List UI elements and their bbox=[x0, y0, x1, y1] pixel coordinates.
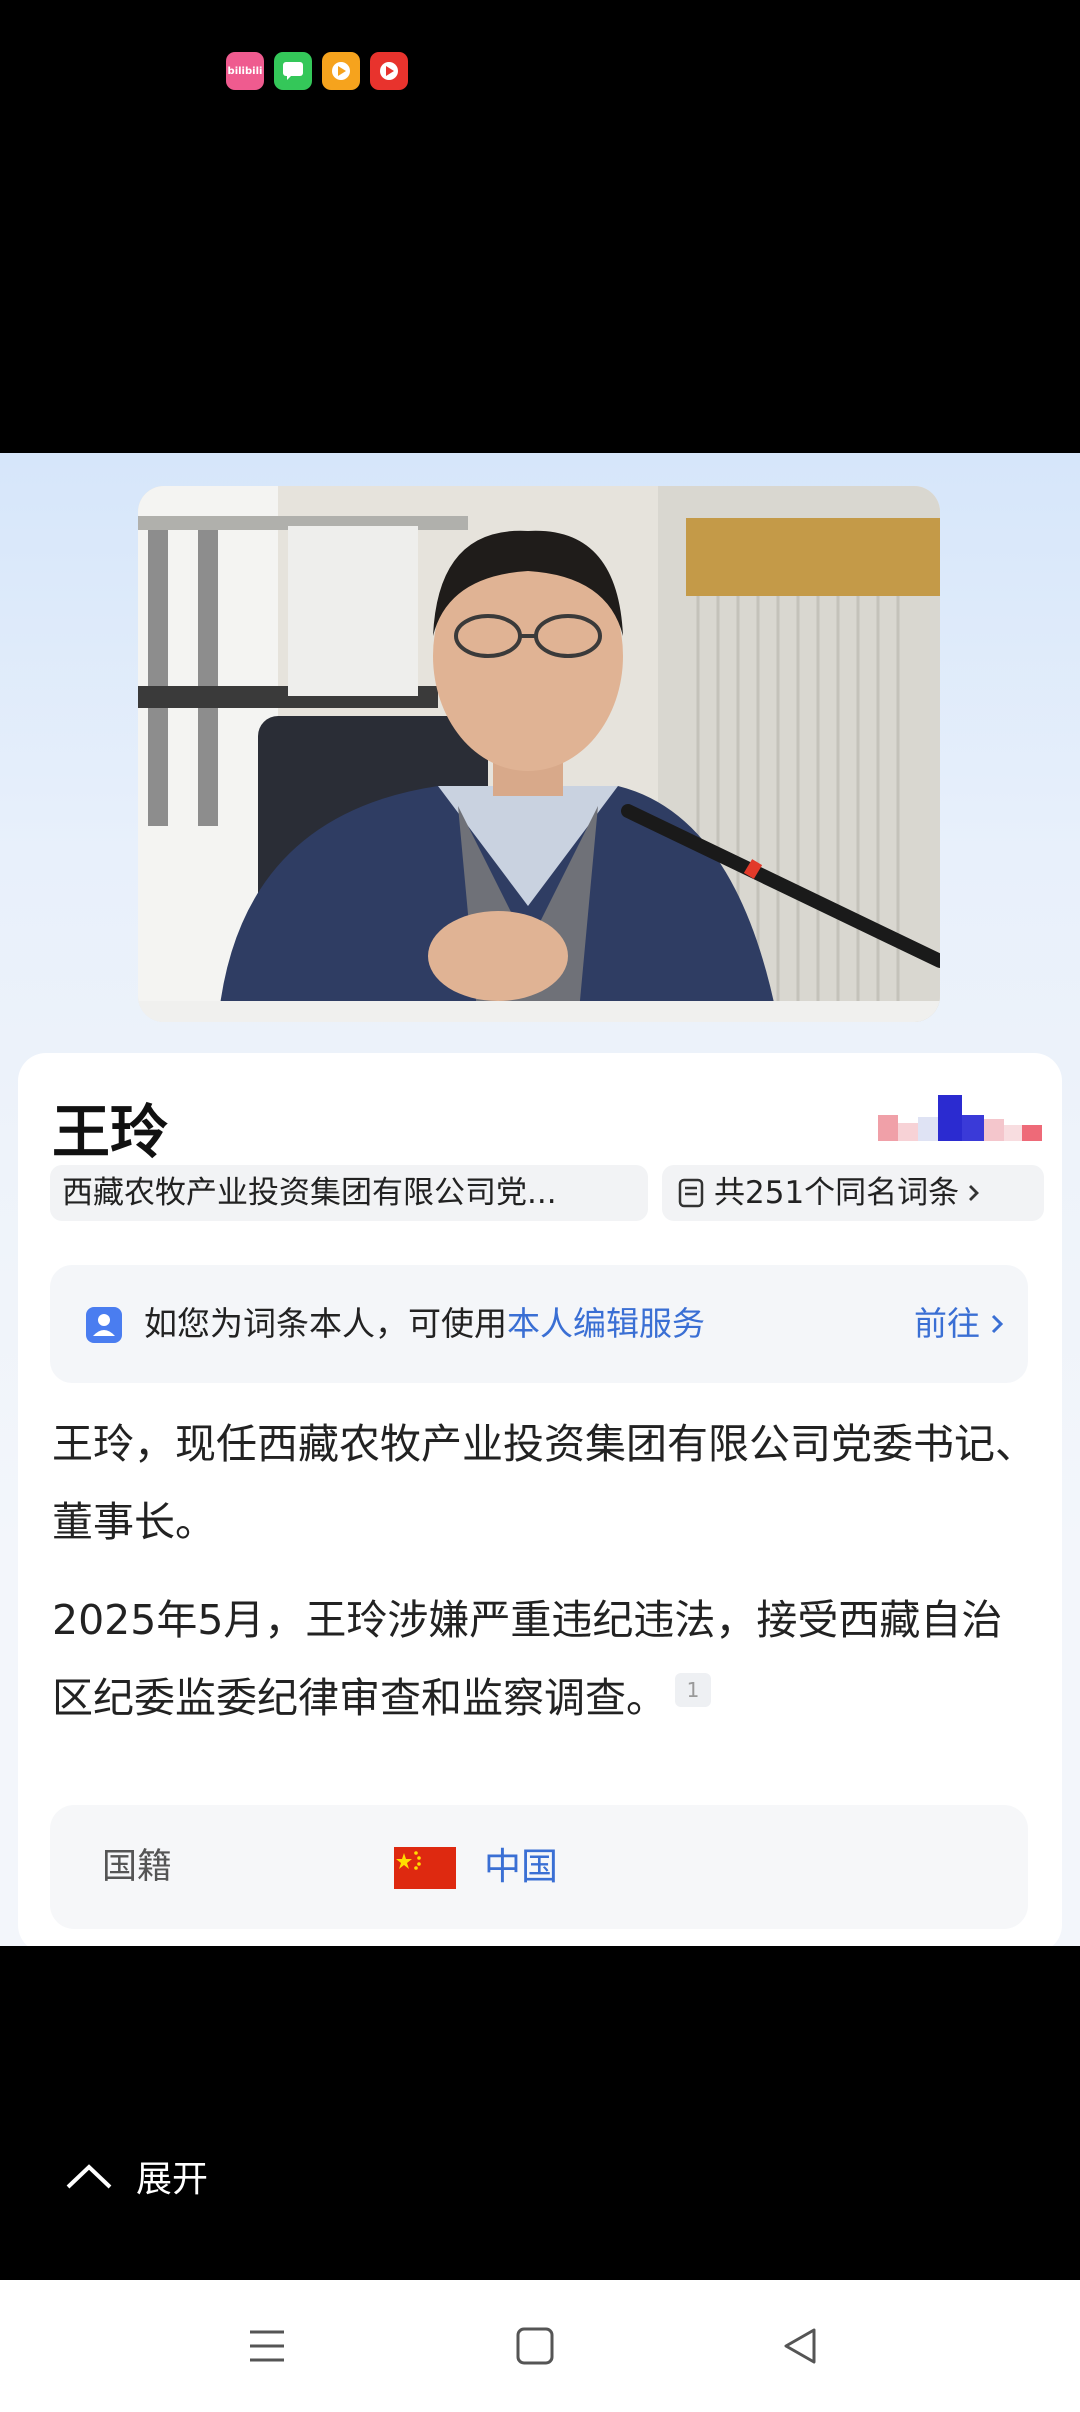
menu-icon[interactable] bbox=[246, 2324, 288, 2368]
back-icon[interactable] bbox=[780, 2324, 822, 2368]
nationality-row: 国籍 中国 bbox=[50, 1805, 1028, 1929]
summary-paragraph: 王玲，现任西藏农牧产业投资集团有限公司党委书记、董事长。 bbox=[52, 1420, 1036, 1546]
goto-label: 前往 bbox=[914, 1304, 980, 1343]
home-icon[interactable] bbox=[514, 2324, 556, 2368]
person-badge-icon bbox=[86, 1307, 122, 1343]
pixelated-watermark bbox=[878, 1095, 1042, 1141]
person-name: 王玲 bbox=[52, 1098, 169, 1166]
system-navigation-bar bbox=[0, 2280, 1080, 2412]
expand-label: 展开 bbox=[136, 2159, 209, 2200]
same-name-label: 共251个同名词条 bbox=[714, 1175, 960, 1211]
profile-card: 王玲 西藏农牧产业投资集团有限公司党... 共251个同名词条 如您为词条本人，… bbox=[18, 1053, 1062, 1946]
chevron-right-icon bbox=[969, 1185, 980, 1201]
nationality-label: 国籍 bbox=[102, 1847, 173, 1887]
video-app-icon bbox=[322, 52, 360, 90]
same-name-entries-tag[interactable]: 共251个同名词条 bbox=[662, 1165, 1044, 1221]
video-player-icon bbox=[370, 52, 408, 90]
portrait-photo[interactable] bbox=[138, 486, 940, 1022]
china-flag-icon bbox=[394, 1847, 456, 1889]
news-paragraph: 2025年5月，王玲涉嫌严重违纪违法，接受西藏自治区纪委监委纪律审查和监察调查。… bbox=[52, 1596, 1003, 1722]
self-edit-banner[interactable]: 如您为词条本人，可使用本人编辑服务 前往 bbox=[50, 1265, 1028, 1383]
encyclopedia-content: 王玲 西藏农牧产业投资集团有限公司党... 共251个同名词条 如您为词条本人，… bbox=[0, 453, 1080, 1946]
nationality-value-link[interactable]: 中国 bbox=[484, 1805, 558, 1929]
self-edit-service-link[interactable]: 本人编辑服务 bbox=[507, 1304, 705, 1343]
expand-button[interactable]: 展开 bbox=[64, 2150, 208, 2202]
chevron-up-icon bbox=[66, 2164, 112, 2189]
message-icon bbox=[274, 52, 312, 90]
document-icon bbox=[678, 1178, 704, 1208]
position-tag[interactable]: 西藏农牧产业投资集团有限公司党... bbox=[50, 1165, 648, 1221]
goto-button[interactable]: 前往 bbox=[914, 1265, 1006, 1383]
status-bar-app-icons: bilibili bbox=[226, 52, 408, 90]
chevron-right-icon bbox=[991, 1314, 1004, 1334]
self-edit-text: 如您为词条本人，可使用本人编辑服务 bbox=[144, 1304, 705, 1343]
bilibili-icon: bilibili bbox=[226, 52, 264, 90]
reference-marker[interactable]: 1 bbox=[675, 1673, 711, 1708]
